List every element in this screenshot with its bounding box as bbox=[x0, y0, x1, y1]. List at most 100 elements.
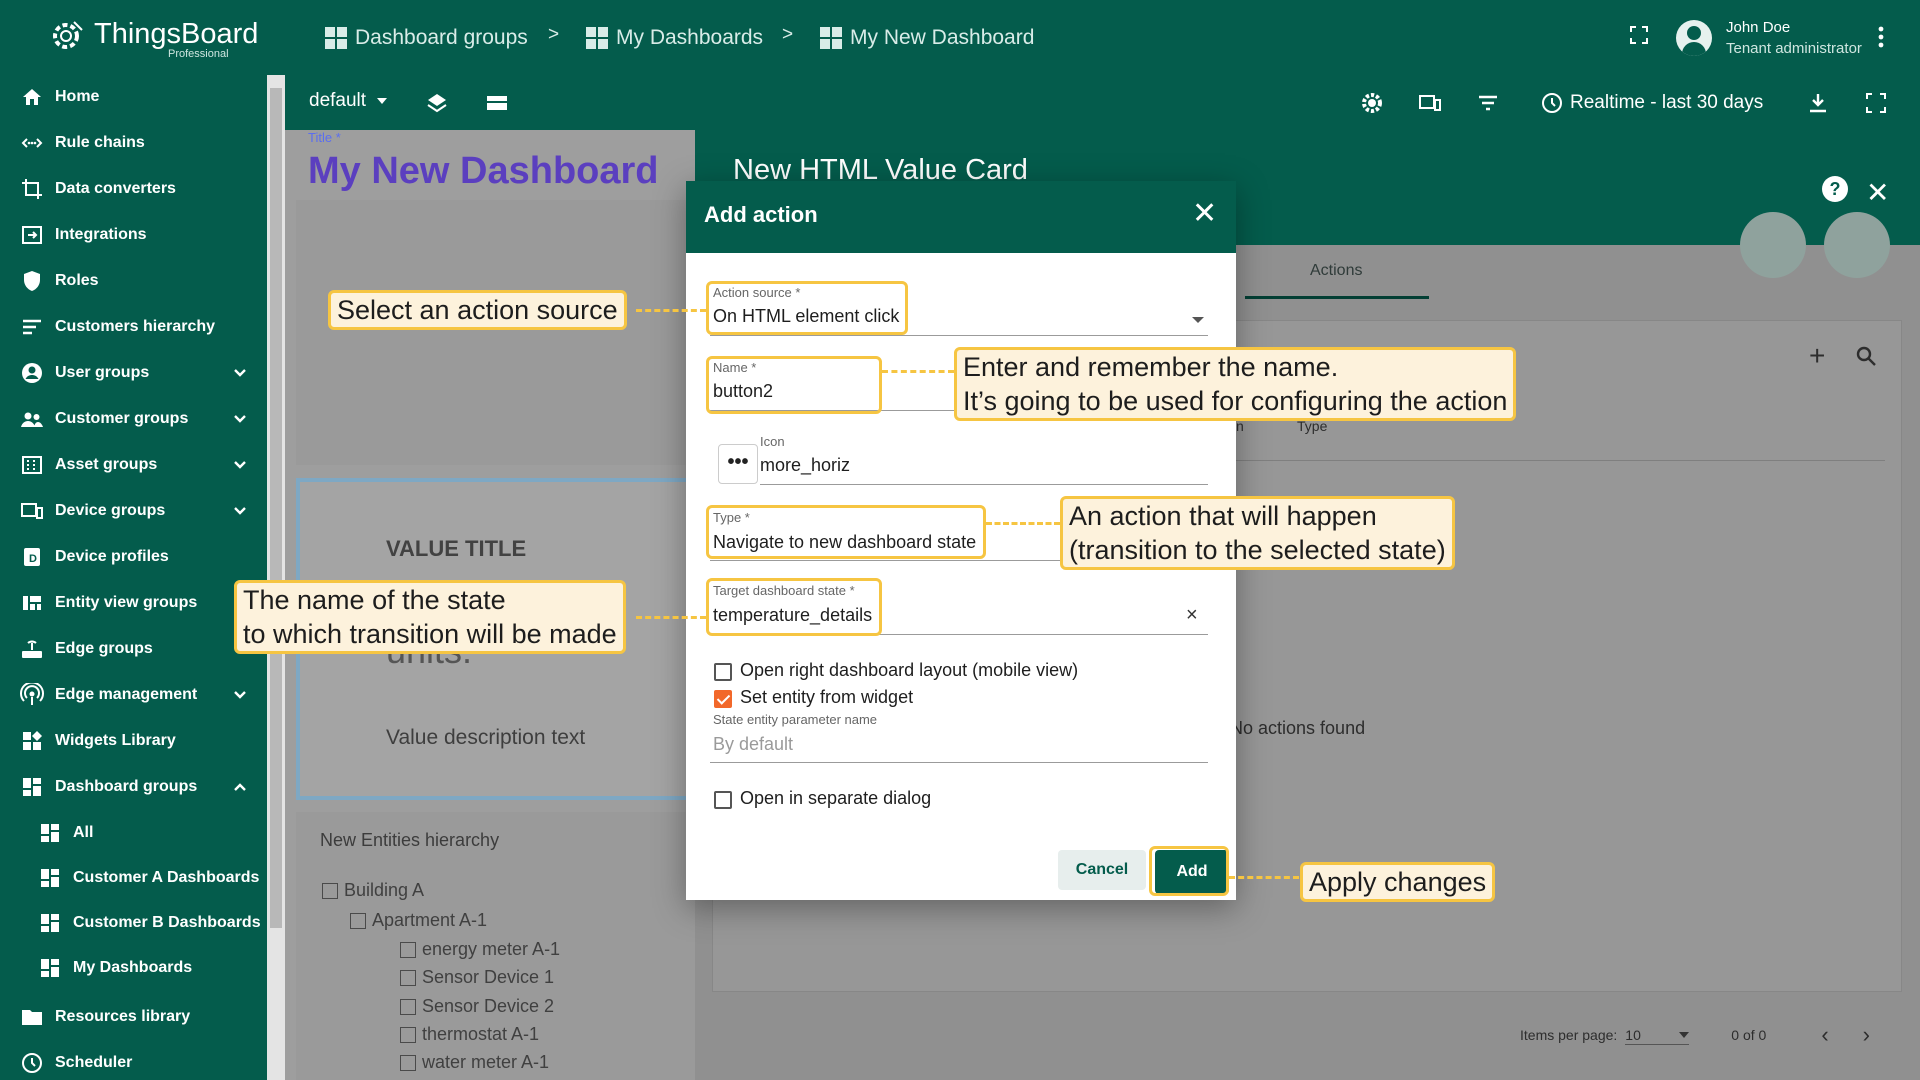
field-underline bbox=[760, 484, 1208, 485]
sidebar-item-my-dashboards[interactable]: My Dashboards bbox=[0, 946, 267, 990]
tab-actions[interactable]: Actions bbox=[1310, 262, 1362, 280]
sidebar-item-home[interactable]: Home bbox=[0, 75, 267, 119]
connector-line bbox=[636, 616, 706, 619]
set-entity-checkbox[interactable] bbox=[714, 690, 732, 708]
widgets-icon bbox=[23, 731, 42, 750]
sidebar-item-roles[interactable]: Roles bbox=[0, 259, 267, 303]
chevron-left-icon[interactable]: ‹ bbox=[1821, 1022, 1828, 1048]
field-underline bbox=[710, 335, 1208, 336]
connector-line bbox=[986, 522, 1060, 525]
timewindow-label: Realtime - last 30 days bbox=[1570, 92, 1764, 113]
clock-icon bbox=[1542, 93, 1562, 113]
sidebar-item-asset-groups[interactable]: Asset groups bbox=[0, 443, 267, 487]
top-bar: ThingsBoard Professional Dashboard group… bbox=[0, 0, 1920, 75]
sidebar-item-device-groups[interactable]: Device groups bbox=[0, 489, 267, 533]
view-quilt-icon bbox=[23, 596, 41, 610]
brand-edition: Professional bbox=[168, 48, 229, 60]
download-icon[interactable] bbox=[1806, 91, 1830, 115]
device-icon bbox=[400, 969, 416, 986]
sidebar-item-customer-a-dashboards[interactable]: Customer A Dashboards bbox=[0, 856, 267, 900]
discard-button[interactable] bbox=[1824, 212, 1890, 278]
page-size-select[interactable]: 10 bbox=[1625, 1025, 1690, 1045]
tree-node[interactable]: Sensor Device 2 bbox=[400, 996, 554, 1017]
tree-node[interactable]: Apartment A-1 bbox=[350, 910, 487, 931]
sidebar-item-data-converters[interactable]: Data converters bbox=[0, 167, 267, 211]
close-icon[interactable]: ✕ bbox=[1866, 176, 1889, 209]
sidebar-item-label: Customer B Dashboards bbox=[73, 914, 261, 931]
chevron-down-icon bbox=[234, 415, 246, 423]
sidebar-item-dashboard-groups[interactable]: Dashboard groups bbox=[0, 765, 267, 809]
open-right-layout-checkbox[interactable] bbox=[714, 663, 732, 681]
dashboard-title-label: Title * bbox=[308, 130, 341, 145]
fullscreen-icon[interactable] bbox=[1864, 91, 1888, 115]
user-menu[interactable]: John Doe Tenant administrator bbox=[1676, 14, 1862, 62]
state-select[interactable]: default bbox=[309, 90, 388, 112]
breadcrumb-item-dashboard-groups[interactable]: Dashboard groups bbox=[325, 22, 528, 54]
sidebar-item-edge-management[interactable]: Edge management bbox=[0, 673, 267, 717]
tree-node[interactable]: energy meter A-1 bbox=[400, 939, 560, 960]
separate-dialog-checkbox[interactable] bbox=[714, 791, 732, 809]
callout-name: Enter and remember the name. It’s going … bbox=[954, 347, 1517, 421]
sidebar-item-edge-groups[interactable]: Edge groups bbox=[0, 627, 267, 671]
widget-placeholder[interactable] bbox=[296, 200, 696, 465]
search-icon[interactable] bbox=[1854, 344, 1878, 368]
callout-apply: Apply changes bbox=[1300, 862, 1496, 902]
sidebar-item-scheduler[interactable]: Scheduler bbox=[0, 1041, 267, 1080]
breadcrumb-label: Dashboard groups bbox=[355, 26, 528, 49]
tree-node-label: Sensor Device 2 bbox=[422, 996, 555, 1016]
filter-icon[interactable] bbox=[1476, 91, 1500, 115]
sidebar-item-device-profiles[interactable]: D Device profiles bbox=[0, 535, 267, 579]
logo[interactable]: ThingsBoard Professional bbox=[48, 14, 258, 62]
arrow-drop-down-icon[interactable] bbox=[1192, 317, 1204, 323]
sidebar-item-entity-view-groups[interactable]: Entity view groups bbox=[0, 581, 267, 625]
arrow-drop-down-icon bbox=[1679, 1031, 1690, 1038]
layout-icon[interactable] bbox=[485, 91, 509, 115]
chevron-down-icon bbox=[234, 691, 246, 699]
more-vert-icon[interactable] bbox=[1878, 26, 1884, 48]
close-icon[interactable]: ✕ bbox=[1192, 199, 1217, 229]
help-icon[interactable]: ? bbox=[1822, 176, 1848, 202]
tree-node[interactable]: water meter A-1 bbox=[400, 1052, 549, 1073]
sidebar-item-widgets-library[interactable]: Widgets Library bbox=[0, 719, 267, 763]
sidebar-item-all[interactable]: All bbox=[0, 811, 267, 855]
paginator: Items per page: 10 0 of 0 ‹ › bbox=[1520, 1022, 1870, 1048]
dashboard-title[interactable]: My New Dashboard bbox=[308, 150, 659, 193]
sidebar-item-resources-library[interactable]: Resources library bbox=[0, 995, 267, 1039]
state-entity-param-input[interactable]: By default bbox=[713, 734, 793, 755]
breadcrumb-item-my-dashboards[interactable]: My Dashboards bbox=[586, 22, 763, 54]
page-size-value: 10 bbox=[1625, 1026, 1641, 1043]
items-per-page-label: Items per page: bbox=[1520, 1027, 1618, 1043]
cancel-button[interactable]: Cancel bbox=[1058, 850, 1146, 890]
connector-line bbox=[1229, 876, 1299, 879]
apply-check-button[interactable] bbox=[1740, 212, 1806, 278]
devices-icon bbox=[21, 503, 43, 519]
icon-input[interactable]: more_horiz bbox=[760, 455, 850, 476]
value-card-description: Value description text bbox=[386, 726, 586, 749]
fullscreen-icon[interactable] bbox=[1630, 26, 1648, 44]
callout-text: (transition to the selected state) bbox=[1069, 535, 1446, 565]
sidebar-item-label: Edge management bbox=[55, 686, 198, 703]
highlight-add-button bbox=[1149, 846, 1229, 896]
sidebar-item-customer-b-dashboards[interactable]: Customer B Dashboards bbox=[0, 901, 267, 945]
sidebar-item-user-groups[interactable]: User groups bbox=[0, 351, 267, 395]
sidebar-item-rule-chains[interactable]: Rule chains bbox=[0, 121, 267, 165]
gear-icon[interactable] bbox=[1360, 91, 1384, 115]
sidebar-item-label: Dashboard groups bbox=[55, 778, 198, 795]
sidebar-item-integrations[interactable]: Integrations bbox=[0, 213, 267, 257]
icon-picker-button[interactable]: ••• bbox=[718, 444, 758, 484]
tree-node[interactable]: Sensor Device 1 bbox=[400, 967, 554, 988]
sidebar-item-customers-hierarchy[interactable]: Customers hierarchy bbox=[0, 305, 267, 349]
sidebar-item-customer-groups[interactable]: Customer groups bbox=[0, 397, 267, 441]
add-icon[interactable]: + bbox=[1809, 342, 1825, 370]
dashboard-icon bbox=[41, 869, 59, 887]
shield-icon bbox=[24, 271, 40, 291]
sidebar-scrollbar-thumb[interactable] bbox=[270, 88, 282, 928]
tree-node[interactable]: Building A bbox=[322, 880, 424, 901]
devices-icon[interactable] bbox=[1418, 91, 1442, 115]
folder-icon bbox=[22, 1010, 42, 1025]
chevron-right-icon[interactable]: › bbox=[1863, 1022, 1870, 1048]
tree-node[interactable]: thermostat A-1 bbox=[400, 1024, 539, 1045]
clear-icon[interactable]: × bbox=[1186, 604, 1198, 627]
layers-icon[interactable] bbox=[425, 91, 449, 115]
timewindow[interactable]: Realtime - last 30 days bbox=[1540, 91, 1763, 115]
